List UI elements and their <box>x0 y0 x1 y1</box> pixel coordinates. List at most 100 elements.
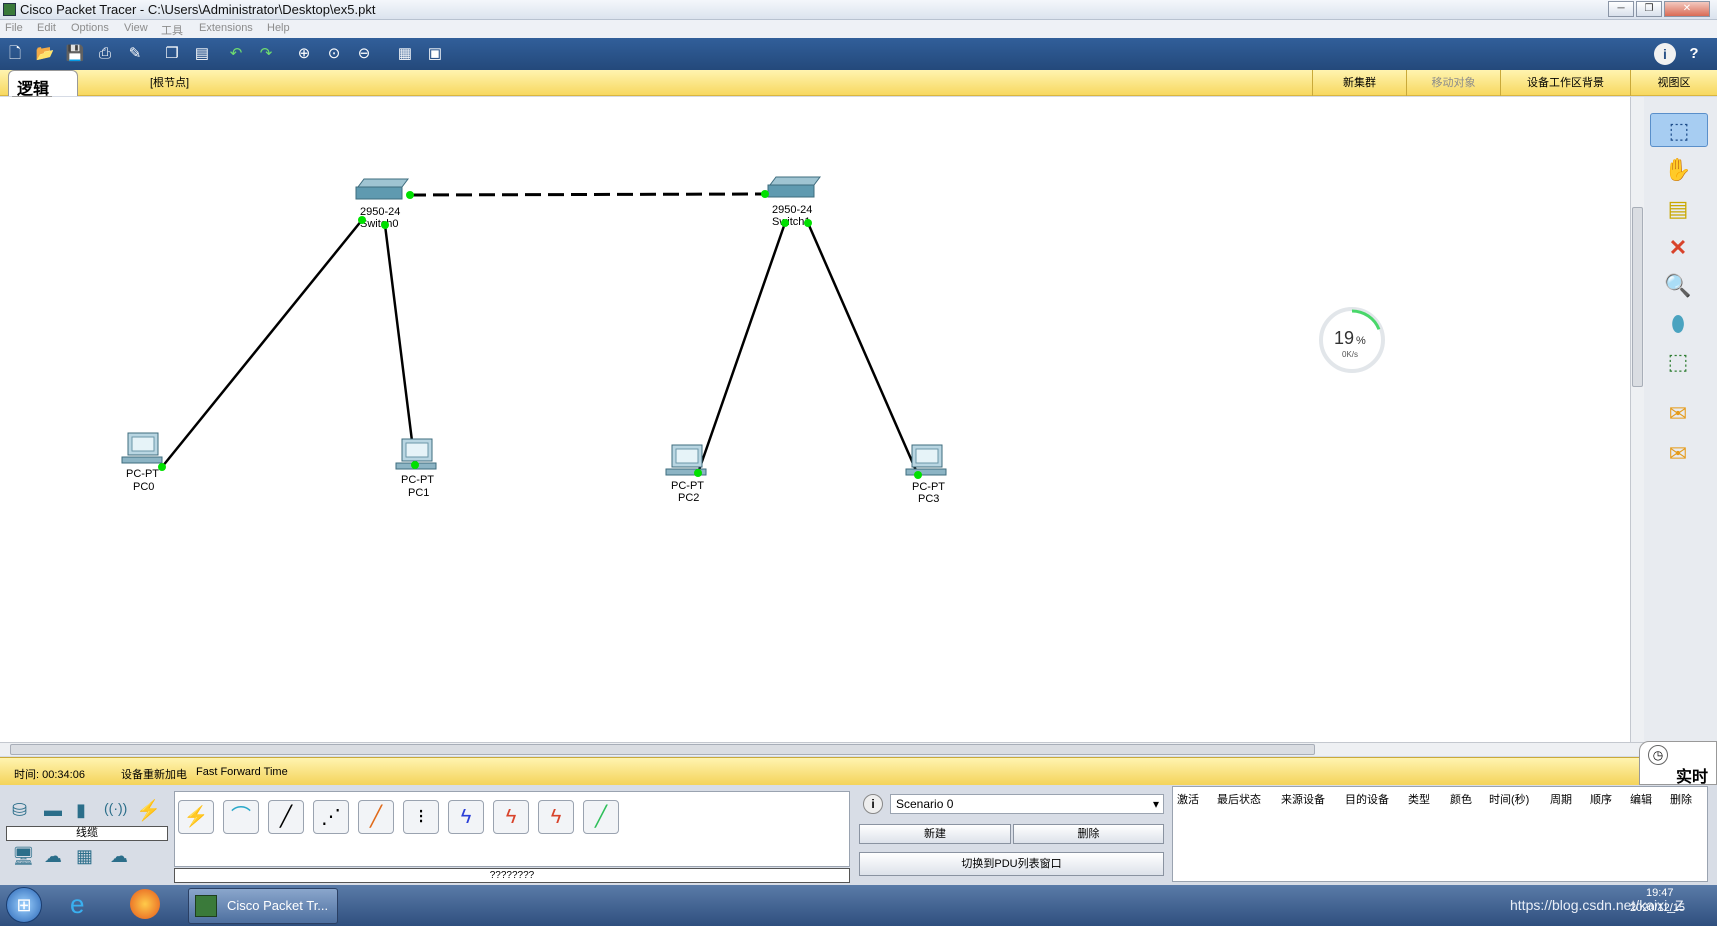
toggle-pdu-list-button[interactable]: 切换到PDU列表窗口 <box>859 852 1164 876</box>
fast-forward-button[interactable]: Fast Forward Time <box>196 766 288 778</box>
note-icon[interactable]: ▤ <box>1658 192 1698 226</box>
zoom-reset-icon[interactable]: ⊙ <box>322 43 346 65</box>
pdu-col-color: 颜色 <box>1450 794 1472 806</box>
logical-workspace[interactable]: 2950-24 Switch0 2950-24 Switch1 PC-PT PC… <box>0 97 1630 742</box>
pc3-model: PC-PT <box>912 481 945 493</box>
copy-icon[interactable]: ❐ <box>160 43 184 65</box>
open-icon[interactable]: 📂 <box>33 43 57 65</box>
new-scenario-button[interactable]: 新建 <box>859 824 1011 844</box>
connections-category-icon[interactable]: ⚡ <box>136 798 161 823</box>
pc1-device[interactable]: PC-PT PC1 <box>395 438 437 499</box>
set-background-button[interactable]: 设备工作区背景 <box>1500 70 1630 96</box>
crossover-cable-icon[interactable]: ⋰ <box>313 800 349 834</box>
add-simple-pdu-icon[interactable]: ✉ <box>1658 397 1698 431</box>
speed-rate: 0K/s <box>1342 350 1358 359</box>
router-category-icon[interactable]: ⛁ <box>12 800 27 821</box>
link-switch1-pc2 <box>696 222 787 474</box>
ie-icon[interactable]: e <box>70 889 84 920</box>
title-bar: Cisco Packet Tracer - C:\Users\Administr… <box>0 0 1717 20</box>
vertical-scroll-thumb[interactable] <box>1632 207 1643 387</box>
menu-file[interactable]: File <box>5 22 23 34</box>
taskbar-packet-tracer[interactable]: Cisco Packet Tr... <box>188 888 338 924</box>
phone-cable-icon[interactable]: ⁝ <box>403 800 439 834</box>
close-button[interactable]: ✕ <box>1664 1 1710 17</box>
straight-cable-icon[interactable]: ╱ <box>268 800 304 834</box>
link-status-lights <box>158 190 922 479</box>
print-icon[interactable]: ⎙ <box>93 43 117 65</box>
switch-category-icon[interactable]: ▬ <box>44 800 62 821</box>
delete-icon[interactable]: ✕ <box>1658 231 1698 265</box>
clock-time: 19:47 <box>1646 887 1674 899</box>
root-node-label[interactable]: [根节点] <box>150 70 220 96</box>
menu-help[interactable]: Help <box>267 22 290 34</box>
select-icon[interactable]: ⬚ <box>1650 113 1708 147</box>
auto-cable-icon[interactable]: ⚡ <box>178 800 214 834</box>
multiuser-category-icon[interactable]: ☁ <box>110 846 128 867</box>
viewport-button[interactable]: 视图区 <box>1630 70 1717 96</box>
minimize-button[interactable]: ─ <box>1608 1 1634 17</box>
scenario-info-icon[interactable]: i <box>863 794 883 814</box>
sim-time: 时间: 00:34:06 <box>14 769 85 781</box>
save-icon[interactable]: 💾 <box>63 43 87 65</box>
packet-tracer-icon <box>195 895 217 917</box>
resize-icon[interactable]: ⬚ <box>1658 345 1698 379</box>
wireless-category-icon[interactable]: ((·)) <box>104 800 127 816</box>
fiber-cable-icon[interactable]: ╱ <box>358 800 394 834</box>
menu-edit[interactable]: Edit <box>37 22 56 34</box>
move-object-button[interactable]: 移动对象 <box>1406 70 1500 96</box>
pdu-col-periodic: 周期 <box>1550 794 1572 806</box>
pc0-device[interactable]: PC-PT PC0 <box>121 432 163 493</box>
hand-icon[interactable]: ✋ <box>1658 153 1698 187</box>
switch1-model: 2950-24 <box>772 204 812 216</box>
paste-icon[interactable]: ▤ <box>190 43 214 65</box>
wizard-icon[interactable]: ✎ <box>123 43 147 65</box>
scenario-select[interactable]: Scenario 0 ▾ <box>890 794 1164 814</box>
end-device-category-icon[interactable]: 🖥 <box>12 846 35 867</box>
switch1-device[interactable]: 2950-24 Switch1 <box>767 176 821 228</box>
inspect-icon[interactable]: 🔍 <box>1658 269 1698 303</box>
horizontal-scroll-thumb[interactable] <box>10 744 1315 755</box>
clock-date: 2020/12/15 <box>1630 902 1686 914</box>
redo-icon[interactable]: ↷ <box>254 43 278 65</box>
menu-extensions[interactable]: Extensions <box>199 22 253 34</box>
pc3-device[interactable]: PC-PT PC3 <box>905 444 947 505</box>
add-complex-pdu-icon[interactable]: ✉ <box>1658 437 1698 471</box>
menu-view[interactable]: View <box>124 22 148 34</box>
new-icon[interactable]: 🗋 <box>3 43 27 65</box>
pdu-col-type: 类型 <box>1408 794 1430 806</box>
hub-category-icon[interactable]: ▮ <box>76 800 86 821</box>
serial-dte-icon[interactable]: ϟ <box>538 800 574 834</box>
wan-emulation-category-icon[interactable]: ☁ <box>44 846 62 867</box>
menu-options[interactable]: Options <box>71 22 109 34</box>
undo-icon[interactable]: ↶ <box>224 43 248 65</box>
console-cable-icon[interactable]: ⌒ <box>223 800 259 834</box>
window-title: Cisco Packet Tracer - C:\Users\Administr… <box>20 2 376 17</box>
power-cycle-button[interactable]: 设备重新加电 <box>121 766 187 782</box>
info-icon[interactable]: i <box>1654 43 1676 65</box>
octal-cable-icon[interactable]: ╱ <box>583 800 619 834</box>
canvas-horizontal-scrollbar[interactable] <box>0 742 1644 756</box>
scenario-selected: Scenario 0 <box>896 797 954 811</box>
canvas-vertical-scrollbar[interactable] <box>1630 97 1644 742</box>
firefox-icon[interactable] <box>130 889 160 919</box>
help-icon[interactable]: ? <box>1682 43 1706 65</box>
serial-dce-icon[interactable]: ϟ <box>493 800 529 834</box>
draw-shape-icon[interactable]: ⬮ <box>1658 307 1698 341</box>
delete-scenario-button[interactable]: 删除 <box>1013 824 1164 844</box>
start-button[interactable]: ⊞ <box>6 887 42 923</box>
pdu-col-edit: 编辑 <box>1630 794 1652 806</box>
zoom-out-icon[interactable]: ⊖ <box>352 43 376 65</box>
new-cluster-button[interactable]: 新集群 <box>1312 70 1406 96</box>
network-speed-widget: 19 % 0K/s <box>1319 307 1385 373</box>
pc0-model: PC-PT <box>126 468 159 480</box>
custom-device-category-icon[interactable]: ▦ <box>76 846 93 867</box>
zoom-in-icon[interactable]: ⊕ <box>292 43 316 65</box>
restore-button[interactable]: ❐ <box>1636 1 1662 17</box>
logic-tab[interactable]: 逻辑 <box>8 70 78 98</box>
palette-icon[interactable]: ▦ <box>393 43 417 65</box>
realtime-mode-tab[interactable]: ◷ 实时 <box>1639 741 1717 786</box>
coaxial-cable-icon[interactable]: ϟ <box>448 800 484 834</box>
switch0-model: 2950-24 <box>360 206 400 218</box>
custom-device-icon[interactable]: ▣ <box>423 43 447 65</box>
menu-tools[interactable]: 工具 <box>161 22 183 38</box>
